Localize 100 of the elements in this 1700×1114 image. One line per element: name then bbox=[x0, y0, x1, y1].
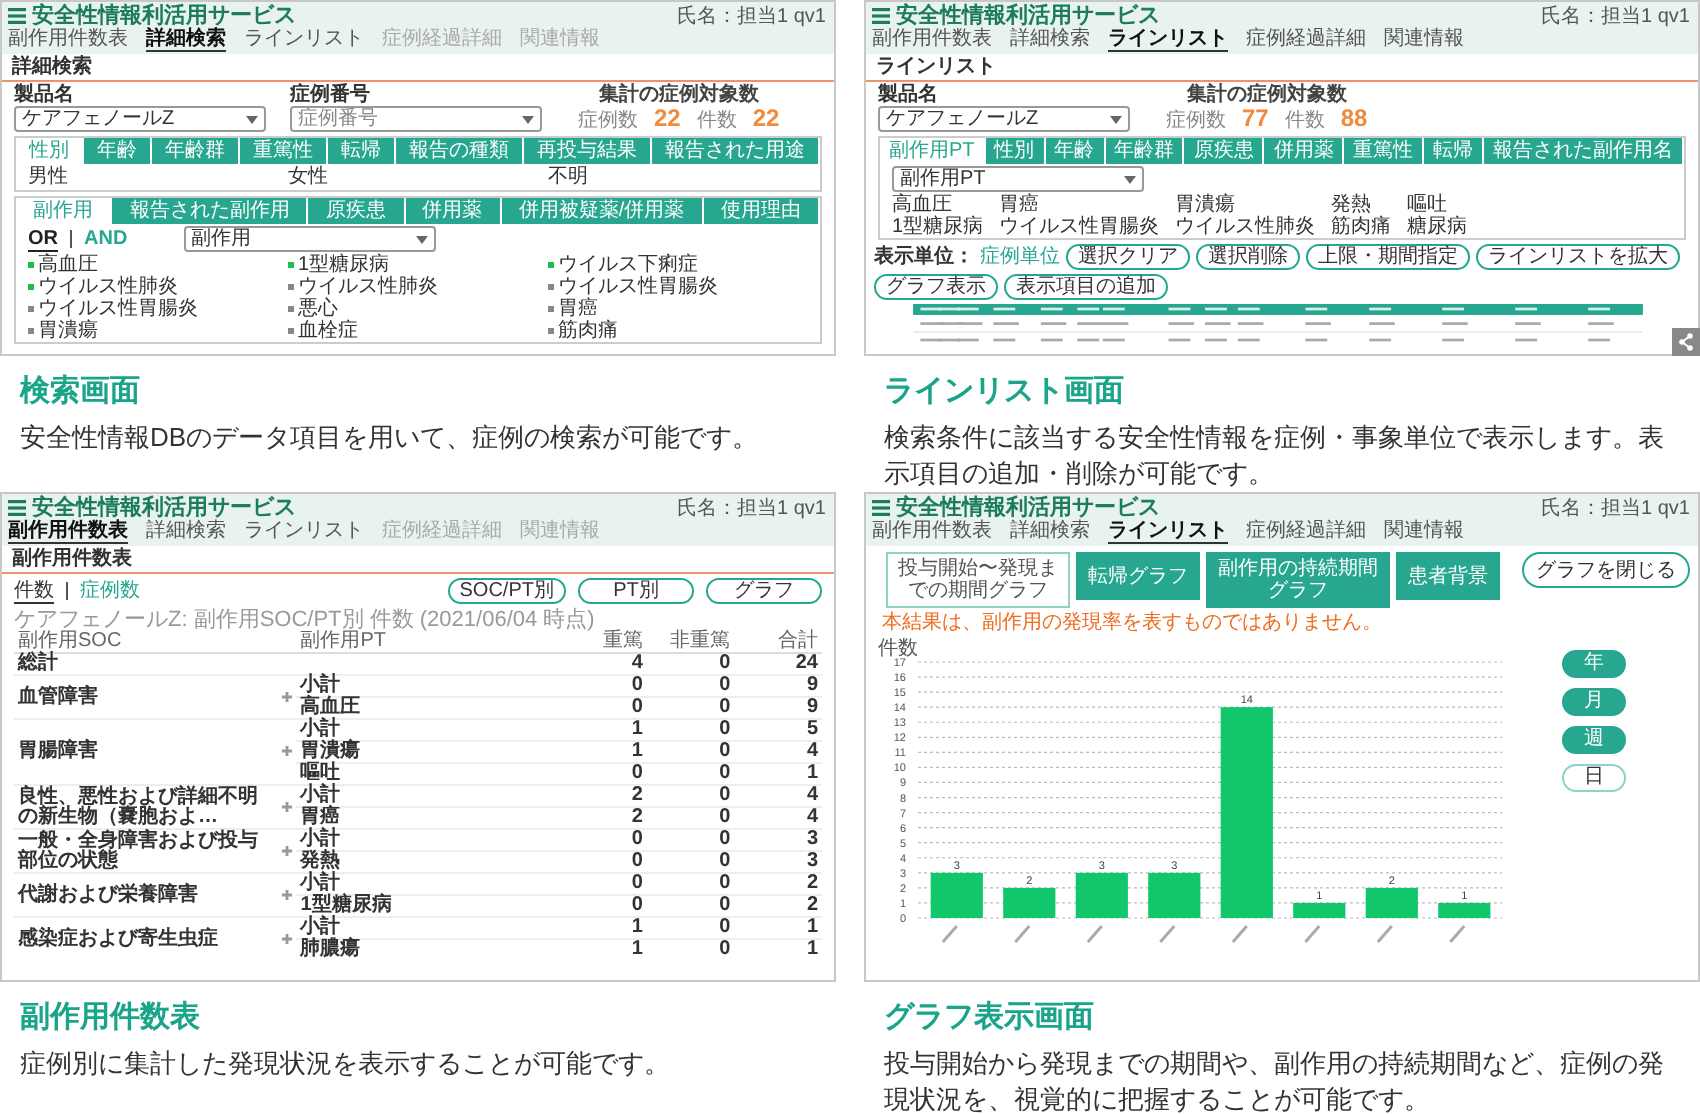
user-name: 氏名：担当1 qv1 bbox=[677, 5, 826, 28]
list-item[interactable]: 高血圧 bbox=[38, 254, 98, 277]
checkbox-marker[interactable] bbox=[288, 328, 294, 335]
checkbox-marker[interactable] bbox=[288, 306, 294, 313]
share-icon[interactable] bbox=[1672, 328, 1700, 356]
table-cell: 0 bbox=[559, 675, 647, 698]
list-item[interactable]: 1型糖尿病 bbox=[298, 254, 390, 277]
list-item[interactable]: 血栓症 bbox=[298, 320, 358, 343]
menu-icon[interactable] bbox=[872, 500, 890, 517]
list-item[interactable]: 胃癌 bbox=[558, 298, 598, 321]
list-item[interactable]: ウイルス下痢症 bbox=[558, 254, 698, 277]
action-button[interactable]: グラフ表示 bbox=[874, 274, 998, 301]
expand-icon[interactable] bbox=[281, 746, 292, 757]
table-cell: 0 bbox=[646, 829, 735, 852]
list-item[interactable]: ウイルス性肺炎 bbox=[38, 276, 178, 299]
nav-link[interactable]: ラインリスト bbox=[244, 520, 364, 545]
count-value: 77 bbox=[1242, 106, 1269, 133]
list-item[interactable]: ウイルス性胃腸炎 bbox=[999, 216, 1160, 239]
dropdown[interactable]: 副作用PT bbox=[892, 166, 1144, 193]
table-cell: 0 bbox=[559, 873, 647, 896]
table-cell: 1 bbox=[559, 939, 647, 961]
list-item[interactable]: 嘔吐 bbox=[1407, 194, 1468, 217]
nav-link[interactable]: 症例経過詳細 bbox=[1246, 520, 1366, 545]
nav-link[interactable]: 副作用件数表 bbox=[8, 28, 128, 53]
section-heading: ラインリスト画面 bbox=[884, 372, 1126, 410]
expand-icon[interactable] bbox=[281, 845, 292, 856]
view-button[interactable]: グラフ bbox=[706, 578, 822, 605]
table-cell: 胃癌 bbox=[296, 807, 560, 830]
list-item[interactable]: ウイルス性胃腸炎 bbox=[38, 298, 198, 321]
nav-link[interactable]: 副作用件数表 bbox=[872, 520, 992, 545]
page-title: 副作用件数表 bbox=[2, 546, 834, 575]
period-button[interactable]: 日 bbox=[1562, 764, 1626, 793]
checkbox-marker[interactable] bbox=[288, 284, 294, 291]
nav-link[interactable]: 関連情報 bbox=[1384, 520, 1464, 545]
tab[interactable]: 投与開始〜発現までの期間グラフ bbox=[886, 552, 1070, 609]
checkbox-marker[interactable] bbox=[28, 306, 34, 313]
nav-link[interactable]: ラインリスト bbox=[1108, 28, 1228, 53]
list-item[interactable]: 筋肉痛 bbox=[1331, 216, 1392, 239]
list-item[interactable]: ウイルス性胃腸炎 bbox=[558, 276, 718, 299]
option-label[interactable]: 男性 bbox=[28, 166, 288, 189]
action-button[interactable]: 上限・期間指定 bbox=[1306, 244, 1470, 271]
list-item[interactable]: 胃癌 bbox=[999, 194, 1160, 217]
table-cell: 0 bbox=[559, 697, 647, 720]
list-item[interactable]: 胃潰瘍 bbox=[1175, 194, 1316, 217]
checkbox-marker[interactable] bbox=[548, 328, 554, 335]
expand-icon[interactable] bbox=[281, 933, 292, 944]
list-item[interactable]: 胃潰瘍 bbox=[38, 320, 98, 343]
action-button[interactable]: ラインリストを拡大 bbox=[1476, 244, 1680, 271]
table-cell: 胃潰瘍 bbox=[296, 741, 560, 764]
list-item[interactable]: 高血圧 bbox=[892, 194, 984, 217]
nav-link[interactable]: 関連情報 bbox=[1384, 28, 1464, 53]
list-item[interactable]: 糖尿病 bbox=[1407, 216, 1468, 239]
list-item[interactable]: 発熱 bbox=[1331, 194, 1392, 217]
checkbox-marker[interactable] bbox=[548, 284, 554, 291]
checkbox-marker[interactable] bbox=[288, 262, 294, 269]
nav-link[interactable]: 詳細検索 bbox=[1010, 28, 1090, 53]
mode-toggle[interactable]: 件数 bbox=[14, 579, 54, 604]
list-item[interactable]: ウイルス性肺炎 bbox=[1175, 216, 1316, 239]
action-button[interactable]: 表示項目の追加 bbox=[1004, 274, 1168, 301]
nav-link[interactable]: ラインリスト bbox=[244, 28, 364, 53]
expand-icon[interactable] bbox=[281, 691, 292, 702]
nav-link[interactable]: ラインリスト bbox=[1108, 520, 1228, 545]
nav-link[interactable]: 副作用件数表 bbox=[872, 28, 992, 53]
nav-link[interactable]: 詳細検索 bbox=[146, 28, 226, 53]
field-label: 製品名 bbox=[14, 84, 76, 107]
menu-icon[interactable] bbox=[8, 8, 26, 25]
list-item[interactable]: 1型糖尿病 bbox=[892, 216, 984, 239]
field-label: 製品名 bbox=[878, 84, 940, 107]
close-graph-button[interactable]: グラフを閉じる bbox=[1522, 552, 1690, 589]
action-button[interactable]: 選択クリア bbox=[1066, 244, 1190, 271]
expand-icon[interactable] bbox=[281, 801, 292, 812]
logic-toggle[interactable]: OR bbox=[28, 227, 58, 252]
table-cell: 小計 bbox=[296, 719, 560, 742]
menu-icon[interactable] bbox=[872, 8, 890, 25]
list-item[interactable]: ウイルス性肺炎 bbox=[298, 276, 438, 299]
action-button[interactable]: 選択削除 bbox=[1196, 244, 1300, 271]
nav-link[interactable]: 症例経過詳細 bbox=[1246, 28, 1366, 53]
checkbox-marker[interactable] bbox=[28, 262, 34, 269]
view-button[interactable]: SOC/PT別 bbox=[447, 578, 566, 605]
checkbox-marker[interactable] bbox=[548, 306, 554, 313]
count-label: 件数 bbox=[1284, 110, 1325, 133]
dropdown[interactable]: ケアフェノールZ bbox=[878, 106, 1130, 133]
dropdown[interactable]: 副作用 bbox=[183, 226, 436, 253]
nav-link[interactable]: 詳細検索 bbox=[146, 520, 226, 545]
option-label[interactable]: 不明 bbox=[548, 166, 808, 189]
option-label[interactable]: 女性 bbox=[288, 166, 548, 189]
menu-icon[interactable] bbox=[8, 500, 26, 517]
list-item[interactable]: 悪心 bbox=[298, 298, 338, 321]
column-header: 重篤 bbox=[559, 632, 647, 654]
nav-link[interactable]: 詳細検索 bbox=[1010, 520, 1090, 545]
view-button[interactable]: PT別 bbox=[578, 578, 694, 605]
nav-link[interactable]: 副作用件数表 bbox=[8, 520, 128, 545]
expand-icon[interactable] bbox=[281, 889, 292, 900]
checkbox-marker[interactable] bbox=[548, 262, 554, 269]
dropdown[interactable]: 症例番号 bbox=[290, 106, 542, 133]
list-item[interactable]: 筋肉痛 bbox=[558, 320, 618, 343]
checkbox-marker[interactable] bbox=[28, 284, 34, 291]
caret-icon bbox=[522, 115, 534, 124]
checkbox-marker[interactable] bbox=[28, 328, 34, 335]
table-cell: 一般・全身障害および投与部位の状態 bbox=[14, 829, 282, 874]
